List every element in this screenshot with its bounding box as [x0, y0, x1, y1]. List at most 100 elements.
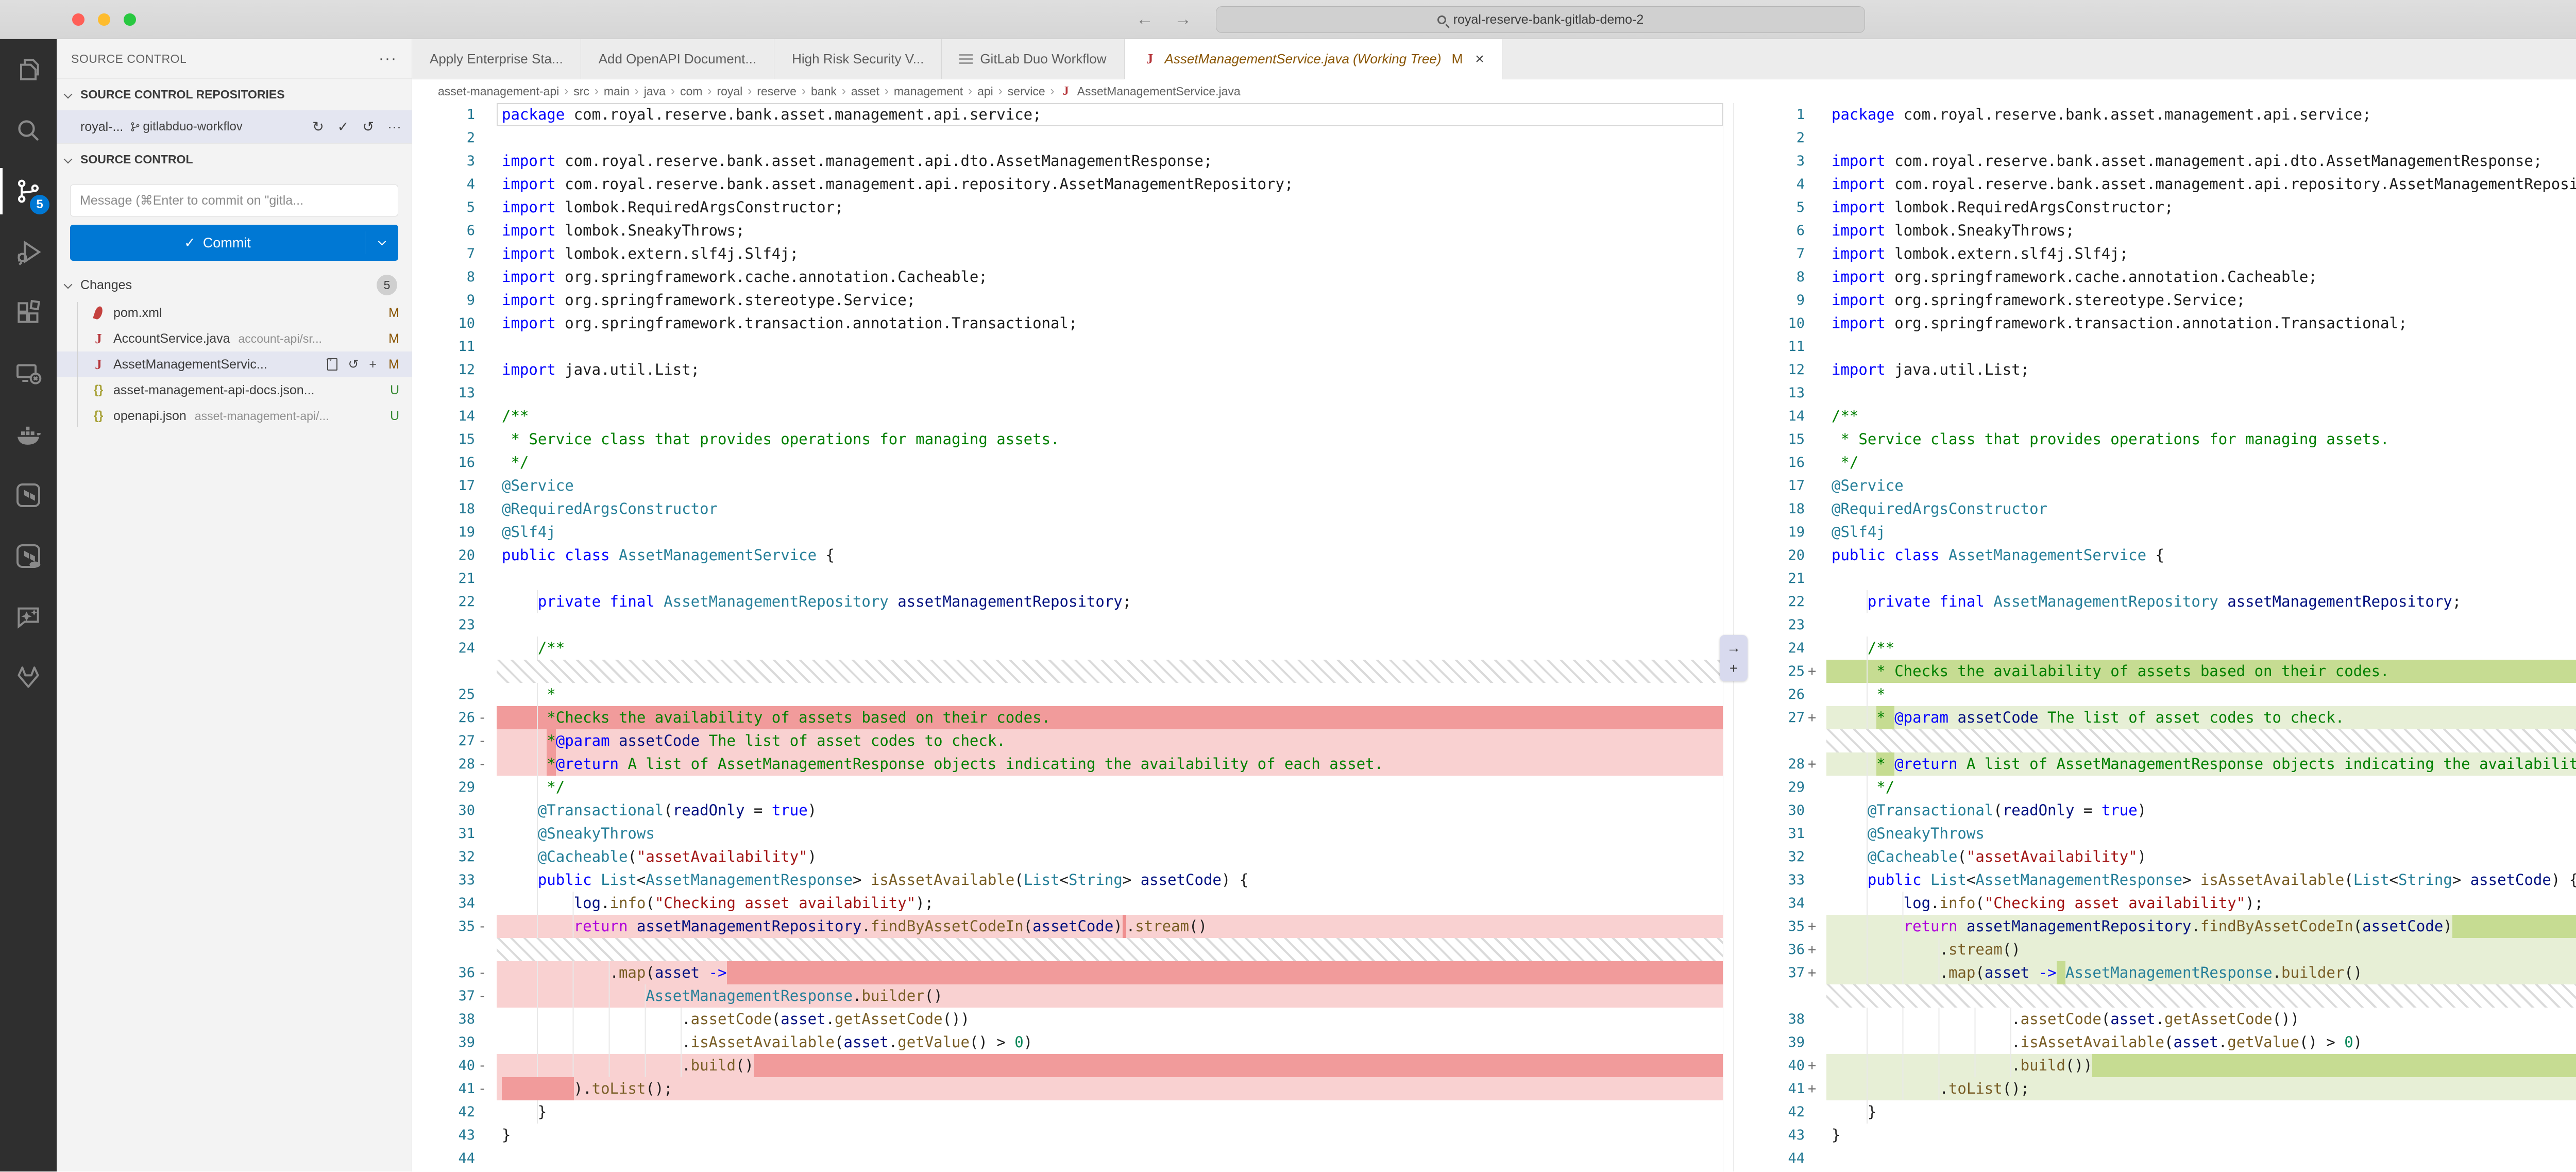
line-number[interactable]: 8: [412, 265, 478, 289]
line-number[interactable]: 27: [1734, 706, 1808, 729]
code-line[interactable]: 21: [1734, 567, 2576, 590]
file-row-asset-management-service[interactable]: J AssetManagementServic... ↺ + M: [57, 351, 412, 377]
line-number[interactable]: [412, 938, 478, 961]
breadcrumb-item[interactable]: bank: [811, 85, 837, 98]
commit-dropdown-button[interactable]: [365, 242, 398, 244]
breadcrumb-item[interactable]: src: [573, 85, 589, 98]
line-number[interactable]: 20: [412, 544, 478, 567]
line-number[interactable]: 17: [1734, 474, 1808, 497]
code-line[interactable]: 23: [1734, 613, 2576, 637]
apply-change-icon[interactable]: →: [1726, 640, 1741, 656]
code-line[interactable]: 4import com.royal.reserve.bank.asset.man…: [412, 173, 1723, 196]
line-number[interactable]: 7: [1734, 242, 1808, 265]
line-number[interactable]: 16: [412, 451, 478, 474]
code-line[interactable]: 12import java.util.List;: [412, 358, 1723, 381]
line-number[interactable]: 41: [1734, 1077, 1808, 1100]
line-number[interactable]: 23: [1734, 613, 1808, 637]
line-number[interactable]: 22: [1734, 590, 1808, 613]
sidebar-item-terraform-cloud[interactable]: [0, 526, 57, 587]
stage-changes-icon[interactable]: +: [369, 357, 377, 372]
line-number[interactable]: 36: [412, 961, 478, 984]
line-number[interactable]: 29: [412, 776, 478, 799]
sidebar-item-run-debug[interactable]: [0, 222, 57, 282]
breadcrumb-item[interactable]: api: [977, 85, 993, 98]
sidebar-item-docker[interactable]: [0, 404, 57, 465]
line-number[interactable]: 2: [412, 126, 478, 149]
line-number[interactable]: 30: [1734, 799, 1808, 822]
code-line[interactable]: 35-return assetManagementRepository.find…: [412, 915, 1723, 938]
code-line[interactable]: 37-AssetManagementResponse.builder(): [412, 984, 1723, 1008]
code-line[interactable]: 31@SneakyThrows: [1734, 822, 2576, 845]
line-number[interactable]: 22: [412, 590, 478, 613]
breadcrumb-item[interactable]: reserve: [757, 85, 796, 98]
repositories-section-header[interactable]: SOURCE CONTROL REPOSITORIES: [57, 78, 412, 110]
line-number[interactable]: 33: [1734, 868, 1808, 892]
line-number[interactable]: 14: [412, 405, 478, 428]
code-line[interactable]: 14/**: [412, 405, 1723, 428]
changes-section-header[interactable]: Changes 5: [57, 270, 412, 300]
code-line[interactable]: 30@Transactional(readOnly = true): [1734, 799, 2576, 822]
scm-section-header[interactable]: SOURCE CONTROL: [57, 143, 412, 175]
line-number[interactable]: 36: [1734, 938, 1808, 961]
line-number[interactable]: 16: [1734, 451, 1808, 474]
code-line[interactable]: 33public List<AssetManagementResponse> i…: [1734, 868, 2576, 892]
line-number[interactable]: 15: [1734, 428, 1808, 451]
commit-message-input[interactable]: [80, 193, 388, 208]
code-line[interactable]: 2: [1734, 126, 2576, 149]
code-line[interactable]: 10import org.springframework.transaction…: [412, 312, 1723, 335]
line-number[interactable]: 26: [1734, 683, 1808, 706]
code-line[interactable]: 24/**: [412, 637, 1723, 660]
code-line[interactable]: 31@SneakyThrows: [412, 822, 1723, 845]
tab-asset-management-service[interactable]: J AssetManagementService.java (Working T…: [1125, 39, 1502, 79]
line-number[interactable]: 40: [1734, 1054, 1808, 1077]
line-number[interactable]: 8: [1734, 265, 1808, 289]
line-number[interactable]: 23: [412, 613, 478, 637]
sidebar-item-extensions[interactable]: [0, 282, 57, 343]
code-line[interactable]: 33public List<AssetManagementResponse> i…: [412, 868, 1723, 892]
line-number[interactable]: 14: [1734, 405, 1808, 428]
code-line[interactable]: 7import lombok.extern.slf4j.Slf4j;: [412, 242, 1723, 265]
refresh-icon[interactable]: ↺: [362, 119, 374, 135]
line-number[interactable]: 3: [412, 149, 478, 173]
line-number[interactable]: 17: [412, 474, 478, 497]
discard-changes-icon[interactable]: ↺: [348, 357, 359, 372]
minimize-window-button[interactable]: [98, 13, 110, 26]
code-line[interactable]: 25+* Checks the availability of assets b…: [1734, 660, 2576, 683]
line-number[interactable]: 35: [412, 915, 478, 938]
line-number[interactable]: 18: [412, 497, 478, 521]
sidebar-item-source-control[interactable]: 5: [0, 161, 57, 222]
line-number[interactable]: 5: [412, 196, 478, 219]
line-number[interactable]: 4: [1734, 173, 1808, 196]
code-line[interactable]: 5import lombok.RequiredArgsConstructor;: [1734, 196, 2576, 219]
line-number[interactable]: 21: [1734, 567, 1808, 590]
line-number[interactable]: 10: [412, 312, 478, 335]
breadcrumb-item[interactable]: service: [1008, 85, 1045, 98]
line-number[interactable]: 29: [1734, 776, 1808, 799]
line-number[interactable]: [1734, 984, 1808, 1008]
code-line[interactable]: 43}: [412, 1124, 1723, 1147]
line-number[interactable]: 24: [412, 637, 478, 660]
code-line[interactable]: 3import com.royal.reserve.bank.asset.man…: [1734, 149, 2576, 173]
zoom-window-button[interactable]: [124, 13, 136, 26]
line-number[interactable]: 37: [1734, 961, 1808, 984]
tab-apply-enterprise[interactable]: Apply Enterprise Sta...: [412, 39, 581, 79]
code-line[interactable]: 25*: [412, 683, 1723, 706]
code-line[interactable]: 32@Cacheable("assetAvailability"): [1734, 845, 2576, 868]
code-line[interactable]: 14/**: [1734, 405, 2576, 428]
code-line[interactable]: 42}: [1734, 1100, 2576, 1124]
line-number[interactable]: 27: [412, 729, 478, 752]
code-line[interactable]: 5import lombok.RequiredArgsConstructor;: [412, 196, 1723, 219]
code-line[interactable]: 17@Service: [1734, 474, 2576, 497]
sidebar-item-terraform[interactable]: [0, 465, 57, 526]
tab-gitlab-duo-workflow[interactable]: GitLab Duo Workflow: [942, 39, 1124, 79]
code-line[interactable]: 9import org.springframework.stereotype.S…: [412, 289, 1723, 312]
code-line[interactable]: 6import lombok.SneakyThrows;: [1734, 219, 2576, 242]
code-line[interactable]: 26*: [1734, 683, 2576, 706]
line-number[interactable]: 42: [412, 1100, 478, 1124]
line-number[interactable]: 2: [1734, 126, 1808, 149]
command-center-search[interactable]: royal-reserve-bank-gitlab-demo-2: [1216, 6, 1865, 33]
line-number[interactable]: [1734, 729, 1808, 752]
forward-icon[interactable]: →: [1174, 9, 1192, 29]
line-number[interactable]: 42: [1734, 1100, 1808, 1124]
code-line[interactable]: 29*/: [412, 776, 1723, 799]
